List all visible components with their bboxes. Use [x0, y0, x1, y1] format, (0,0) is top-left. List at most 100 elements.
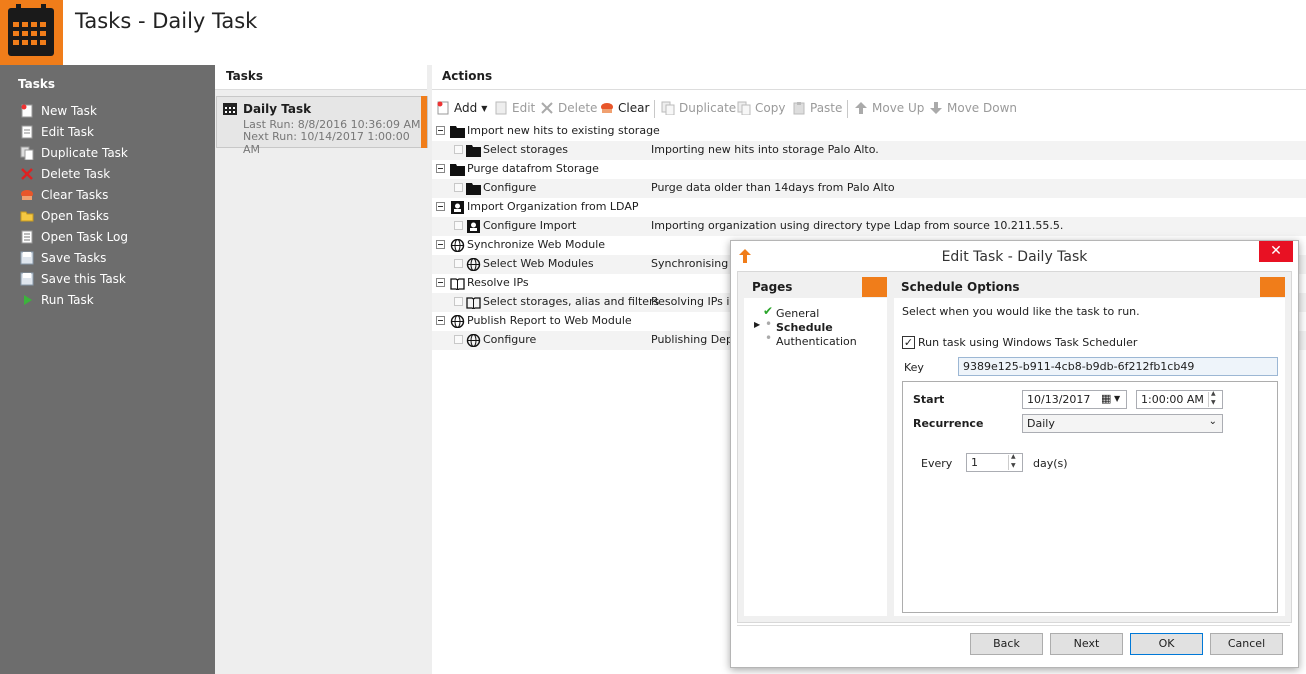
close-button[interactable]: ✕: [1259, 241, 1293, 262]
row-checkbox[interactable]: [454, 297, 463, 306]
action-group-row[interactable]: Purge datafrom Storage: [432, 160, 1306, 179]
row-checkbox[interactable]: [454, 335, 463, 344]
edit-button[interactable]: Edit: [494, 97, 535, 119]
options-header-label: Schedule Options: [901, 280, 1020, 294]
row-checkbox[interactable]: [454, 145, 463, 154]
key-field[interactable]: 9389e125-b911-4cb8-b9db-6f212fb1cb49: [958, 357, 1278, 376]
new-task-icon: [20, 104, 34, 118]
action-label: Configure: [483, 333, 537, 346]
delete-button[interactable]: Delete: [540, 97, 597, 119]
next-button[interactable]: Next: [1050, 633, 1123, 655]
instruction-text: Select when you would like the task to r…: [902, 305, 1140, 318]
edit-label: Edit: [512, 101, 536, 115]
collapse-toggle[interactable]: [436, 240, 445, 249]
duplicate-task-icon: [20, 146, 34, 161]
ok-button[interactable]: OK: [1130, 633, 1203, 655]
start-time-picker[interactable]: 1:00:00 AM: [1136, 390, 1223, 409]
duplicate-button[interactable]: Duplicate: [661, 97, 736, 119]
move-up-label: Move Up: [872, 101, 925, 115]
duplicate-label: Duplicate: [679, 101, 737, 115]
action-label: Synchronize Web Module: [467, 238, 606, 251]
every-label: Every: [921, 457, 953, 470]
row-checkbox[interactable]: [454, 259, 463, 268]
row-checkbox[interactable]: [454, 183, 463, 192]
add-button[interactable]: Add ▼: [436, 97, 487, 119]
task-list-item[interactable]: Daily Task Last Run: 8/8/2016 10:36:09 A…: [216, 96, 428, 156]
sidebar-item-delete-task[interactable]: Delete Task: [20, 164, 200, 184]
time-spinner[interactable]: [1208, 390, 1221, 407]
back-button[interactable]: Back: [970, 633, 1043, 655]
edit-task-icon: [20, 125, 34, 139]
sidebar-item-edit-task[interactable]: Edit Task: [20, 122, 200, 142]
collapse-toggle[interactable]: [436, 126, 445, 135]
book-icon: [466, 296, 481, 310]
header-accent: [862, 277, 887, 297]
move-down-button[interactable]: Move Down: [929, 97, 1017, 119]
action-child-row[interactable]: Configure Purge data older than 14days f…: [432, 179, 1306, 198]
calendar-icon: [0, 0, 63, 65]
sidebar-item-clear-tasks[interactable]: Clear Tasks: [20, 185, 200, 205]
sidebar-item-run-task[interactable]: Run Task: [20, 290, 200, 310]
bullet-icon: •: [765, 331, 773, 345]
paste-button[interactable]: Paste: [792, 97, 842, 119]
sidebar-item-new-task[interactable]: New Task: [20, 101, 200, 121]
action-child-row[interactable]: Select storages Importing new hits into …: [432, 141, 1306, 160]
action-label: Import Organization from LDAP: [467, 200, 639, 213]
action-description: Publishing Depa: [651, 333, 740, 346]
page-item-authentication[interactable]: Authentication: [776, 335, 857, 348]
scheduler-checkbox[interactable]: ✓: [902, 336, 915, 349]
sidebar-item-label: Save this Task: [41, 272, 126, 286]
globe-icon: [466, 333, 481, 348]
collapse-toggle[interactable]: [436, 202, 445, 211]
add-icon: [436, 101, 450, 115]
clear-button[interactable]: Clear: [600, 97, 649, 119]
collapse-toggle[interactable]: [436, 278, 445, 287]
action-group-row[interactable]: Import Organization from LDAP: [432, 198, 1306, 217]
dialog-title: Edit Task - Daily Task: [941, 249, 1088, 265]
cancel-button[interactable]: Cancel: [1210, 633, 1283, 655]
sidebar-item-open-task-log[interactable]: Open Task Log: [20, 227, 200, 247]
folder-icon: [466, 144, 481, 157]
clear-icon: [600, 101, 614, 115]
scheduler-checkbox-label: Run task using Windows Task Scheduler: [918, 336, 1138, 349]
action-label: Select storages: [483, 143, 568, 156]
start-date-picker[interactable]: 10/13/2017 ▦ ▼: [1022, 390, 1127, 409]
sidebar-item-label: Duplicate Task: [41, 146, 128, 160]
sidebar-item-label: Clear Tasks: [41, 188, 109, 202]
every-unit-label: day(s): [1033, 457, 1068, 470]
sidebar-item-duplicate-task[interactable]: Duplicate Task: [20, 143, 200, 163]
tasks-panel: Tasks Daily Task Last Run: 8/8/2016 10:3…: [215, 65, 432, 674]
sidebar-item-save-this-task[interactable]: Save this Task: [20, 269, 200, 289]
tasks-header: Tasks: [215, 65, 427, 90]
action-label: Select storages, alias and filters: [483, 295, 660, 308]
save-icon: [20, 251, 34, 265]
every-spinner[interactable]: [1008, 453, 1021, 470]
toolbar-separator: [847, 100, 848, 118]
clear-tasks-icon: [20, 188, 34, 202]
row-checkbox[interactable]: [454, 221, 463, 230]
action-group-row[interactable]: Import new hits to existing storage: [432, 122, 1306, 141]
move-up-button[interactable]: Move Up: [854, 97, 924, 119]
copy-button[interactable]: Copy: [737, 97, 785, 119]
sidebar-item-save-tasks[interactable]: Save Tasks: [20, 248, 200, 268]
action-child-row[interactable]: Configure Import Importing organization …: [432, 217, 1306, 236]
action-label: Configure Import: [483, 219, 577, 232]
actions-toolbar: Add ▼ Edit Delete Clear Duplicate Copy P…: [432, 97, 1306, 121]
collapse-toggle[interactable]: [436, 164, 445, 173]
page-item-general[interactable]: General: [776, 307, 819, 320]
tasks-header-label: Tasks: [226, 69, 264, 83]
chevron-down-icon: ▼: [1114, 394, 1121, 403]
paste-label: Paste: [810, 101, 843, 115]
recurrence-select[interactable]: Daily ⌄: [1022, 414, 1223, 433]
every-stepper[interactable]: 1: [966, 453, 1023, 472]
page-item-schedule[interactable]: Schedule: [776, 321, 833, 334]
action-label: Resolve IPs: [467, 276, 529, 289]
sidebar-item-open-tasks[interactable]: Open Tasks: [20, 206, 200, 226]
globe-icon: [450, 314, 465, 329]
edit-icon: [494, 101, 508, 115]
delete-label: Delete: [558, 101, 598, 115]
sidebar-item-label: New Task: [41, 104, 97, 118]
key-label: Key: [904, 361, 924, 374]
collapse-toggle[interactable]: [436, 316, 445, 325]
divider: [737, 625, 1290, 626]
